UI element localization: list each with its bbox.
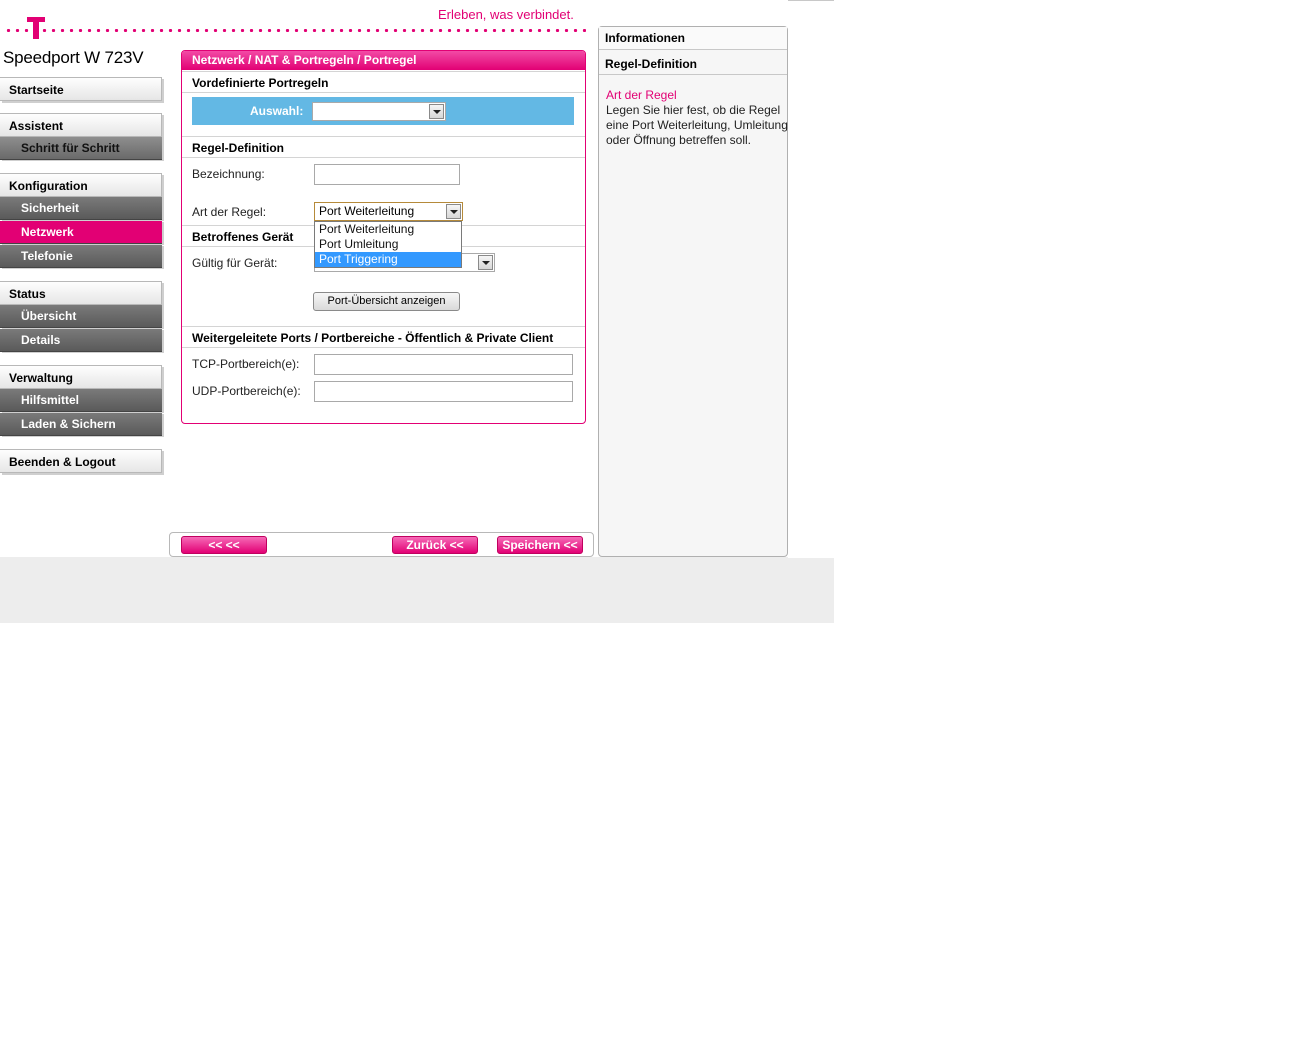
- nav-uebersicht[interactable]: Übersicht: [0, 305, 162, 328]
- nav-startseite[interactable]: Startseite: [0, 77, 162, 101]
- option-port-umleitung[interactable]: Port Umleitung: [315, 237, 461, 252]
- nav-assistent[interactable]: Assistent: [0, 113, 162, 137]
- nav-schritt-fuer-schritt[interactable]: Schritt für Schritt: [0, 137, 162, 160]
- auswahl-bar: Auswahl:: [192, 97, 574, 125]
- bezeichnung-label: Bezeichnung:: [192, 167, 265, 181]
- art-der-regel-select[interactable]: Port Weiterleitung: [314, 202, 463, 221]
- port-overview-button[interactable]: Port-Übersicht anzeigen: [313, 292, 460, 311]
- nav-netzwerk[interactable]: Netzwerk: [0, 221, 162, 244]
- speichern-button[interactable]: Speichern <<: [497, 536, 583, 554]
- zurueck-button[interactable]: Zurück <<: [392, 536, 478, 554]
- udp-port-input[interactable]: [314, 381, 573, 402]
- product-name: Speedport W 723V: [3, 48, 144, 67]
- info-heading: Art der Regel: [606, 88, 677, 102]
- info-title: Informationen: [599, 27, 787, 50]
- nav-sicherheit[interactable]: Sicherheit: [0, 197, 162, 220]
- art-der-regel-dropdown: Port Weiterleitung Port Umleitung Port T…: [314, 221, 462, 268]
- auswahl-select[interactable]: [312, 102, 446, 121]
- nav-details[interactable]: Details: [0, 329, 162, 352]
- back-back-button[interactable]: << <<: [181, 536, 267, 554]
- geraet-label: Gültig für Gerät:: [192, 256, 278, 270]
- nav-telefonie[interactable]: Telefonie: [0, 245, 162, 268]
- page-title: Netzwerk / NAT & Portregeln / Portregel: [182, 51, 585, 70]
- nav-laden-sichern[interactable]: Laden & Sichern: [0, 413, 162, 436]
- info-subtitle: Regel-Definition: [599, 53, 787, 75]
- section-rule-definition: Regel-Definition: [182, 136, 585, 158]
- section-predefined-rules: Vordefinierte Portregeln: [182, 71, 585, 93]
- chevron-down-icon[interactable]: [478, 255, 493, 270]
- bezeichnung-input[interactable]: [314, 164, 460, 185]
- tagline: Erleben, was verbindet.: [438, 7, 574, 22]
- section-forwarded-ports: Weitergeleitete Ports / Portbereiche - Ö…: [182, 326, 585, 348]
- chevron-down-icon[interactable]: [446, 204, 461, 219]
- chevron-down-icon[interactable]: [429, 104, 444, 119]
- option-port-weiterleitung[interactable]: Port Weiterleitung: [315, 222, 461, 237]
- info-panel: Informationen Regel-Definition Art der R…: [598, 26, 788, 557]
- auswahl-label: Auswahl:: [250, 104, 304, 118]
- dotted-divider: [4, 29, 586, 32]
- nav-verwaltung[interactable]: Verwaltung: [0, 365, 162, 389]
- nav-hilfsmittel[interactable]: Hilfsmittel: [0, 389, 162, 412]
- nav-logout[interactable]: Beenden & Logout: [0, 449, 162, 473]
- tcp-port-input[interactable]: [314, 354, 573, 375]
- right-strip: [788, 0, 834, 558]
- tcp-label: TCP-Portbereich(e):: [192, 357, 300, 371]
- art-der-regel-label: Art der Regel:: [192, 205, 267, 219]
- option-port-triggering[interactable]: Port Triggering: [315, 252, 461, 267]
- info-text: Legen Sie hier fest, ob die Regel eine P…: [606, 103, 788, 147]
- nav-konfiguration[interactable]: Konfiguration: [0, 173, 162, 197]
- nav-status[interactable]: Status: [0, 281, 162, 305]
- udp-label: UDP-Portbereich(e):: [192, 384, 301, 398]
